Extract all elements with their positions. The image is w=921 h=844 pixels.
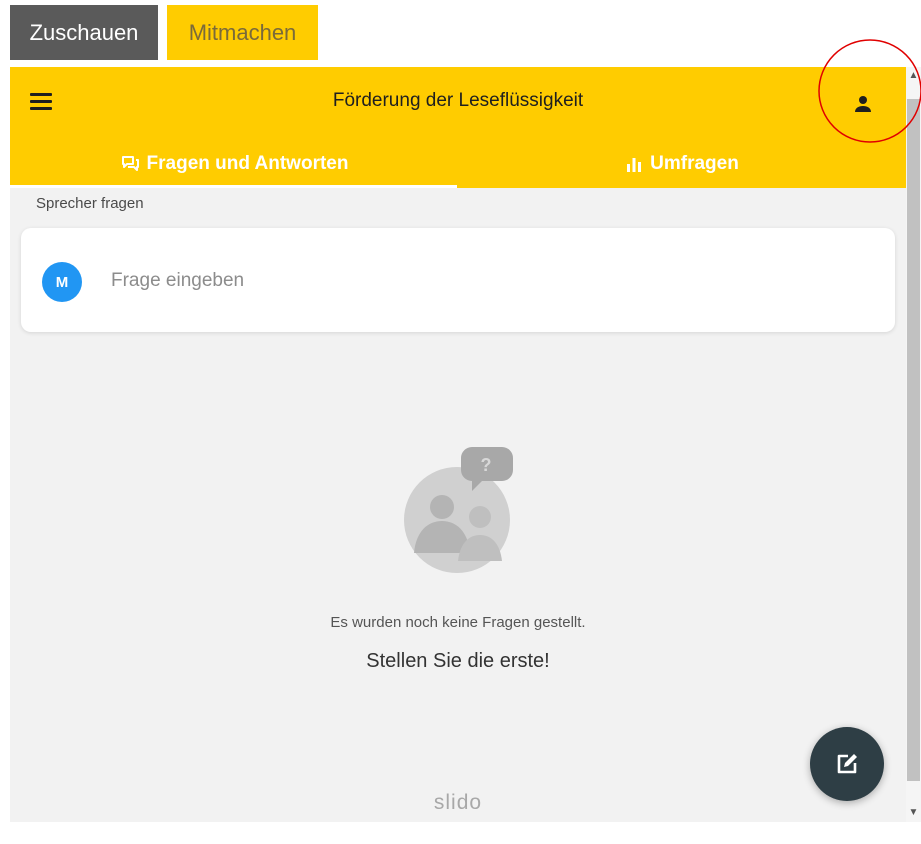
slido-logo: slido (433, 791, 483, 814)
no-questions-illustration: ? (400, 445, 520, 580)
watch-tab-label: Zuschauen (29, 19, 139, 45)
compose-question-button[interactable] (810, 727, 884, 801)
participate-tab-label: Mitmachen (188, 19, 297, 45)
bar-chart-icon (627, 157, 642, 172)
scroll-down-arrow-icon[interactable]: ▼ (906, 800, 921, 822)
app-header: Förderung der Leseflüssigkeit Fragen und… (10, 67, 906, 188)
scrollbar[interactable]: ▲ ▼ (906, 67, 921, 822)
tab-bar: Fragen und Antworten Umfragen (10, 139, 906, 188)
slido-app-frame: Förderung der Leseflüssigkeit Fragen und… (10, 67, 906, 822)
question-input[interactable] (109, 258, 873, 304)
empty-state-message: Es wurden noch keine Fragen gestellt. (330, 614, 586, 631)
tab-polls[interactable]: Umfragen (458, 139, 906, 188)
tab-polls-label: Umfragen (650, 152, 739, 174)
chat-icon (121, 155, 139, 171)
compose-icon (837, 754, 857, 774)
tab-questions-answers[interactable]: Fragen und Antworten (10, 139, 458, 188)
watch-tab-button[interactable]: Zuschauen (10, 5, 158, 60)
empty-state-cta: Stellen Sie die erste! (366, 650, 550, 672)
svg-text:?: ? (481, 455, 492, 475)
avatar: M (42, 262, 82, 302)
tab-questions-answers-label: Fragen und Antworten (146, 152, 349, 174)
event-title: Förderung der Leseflüssigkeit (332, 90, 584, 111)
question-card: M (21, 228, 895, 332)
section-label: Sprecher fragen (36, 195, 144, 212)
active-tab-indicator (10, 185, 457, 188)
annotation-highlight-circle (818, 39, 921, 143)
participate-tab-button[interactable]: Mitmachen (167, 5, 318, 60)
scrollbar-thumb[interactable] (907, 99, 920, 781)
